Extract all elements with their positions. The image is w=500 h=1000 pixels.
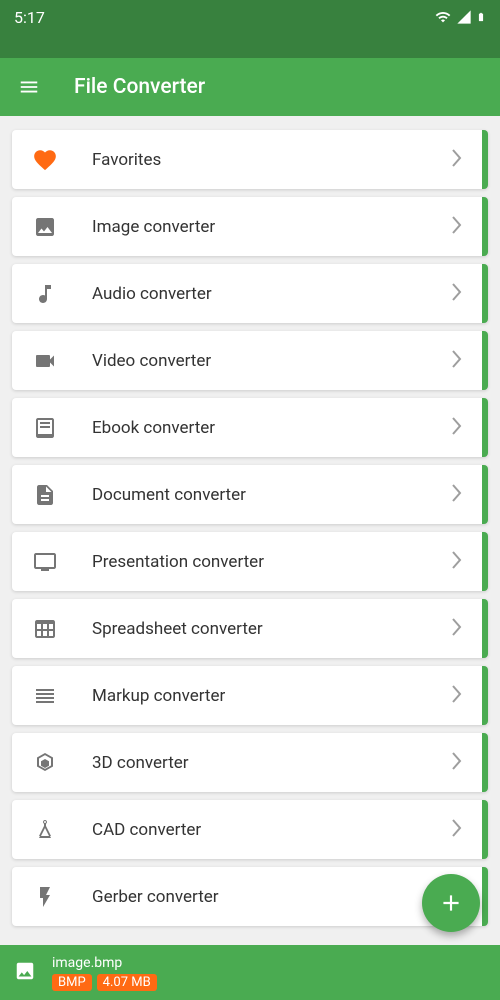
video-icon <box>32 348 58 374</box>
chevron-right-icon <box>452 484 462 506</box>
plus-icon <box>438 890 464 916</box>
status-bar: 5:17 <box>0 0 500 58</box>
format-badge: BMP <box>52 974 92 991</box>
list-item-gerber-converter[interactable]: Gerber converter <box>12 867 488 926</box>
list-label: Spreadsheet converter <box>92 619 452 639</box>
chevron-right-icon <box>452 618 462 640</box>
document-icon <box>32 482 58 508</box>
battery-icon <box>476 8 486 26</box>
list-label: Favorites <box>92 150 452 170</box>
list-item-ebook-converter[interactable]: Ebook converter <box>12 398 488 457</box>
status-icons <box>434 8 486 26</box>
music-note-icon <box>32 281 58 307</box>
converter-list: Favorites Image converter Audio converte… <box>0 116 500 994</box>
cubes-icon <box>32 750 58 776</box>
bottom-info: image.bmp BMP 4.07 MB <box>52 955 157 991</box>
list-item-presentation-converter[interactable]: Presentation converter <box>12 532 488 591</box>
monitor-icon <box>32 549 58 575</box>
list-label: Presentation converter <box>92 552 452 572</box>
compass-icon <box>32 817 58 843</box>
lines-icon <box>32 683 58 709</box>
bottom-badges: BMP 4.07 MB <box>52 974 157 991</box>
app-bar: File Converter <box>0 58 500 116</box>
list-label: 3D converter <box>92 753 452 773</box>
list-item-audio-converter[interactable]: Audio converter <box>12 264 488 323</box>
file-image-icon <box>14 960 40 986</box>
heart-icon <box>32 147 58 173</box>
signal-icon <box>456 9 472 25</box>
chevron-right-icon <box>452 551 462 573</box>
hamburger-icon <box>18 76 40 98</box>
list-label: Video converter <box>92 351 452 371</box>
status-time: 5:17 <box>14 8 45 27</box>
grid-icon <box>32 616 58 642</box>
bolt-icon <box>32 884 58 910</box>
chevron-right-icon <box>452 685 462 707</box>
chevron-right-icon <box>452 819 462 841</box>
chevron-right-icon <box>452 149 462 171</box>
image-icon <box>32 214 58 240</box>
list-item-favorites[interactable]: Favorites <box>12 130 488 189</box>
add-button[interactable] <box>422 874 480 932</box>
wifi-icon <box>434 9 452 25</box>
list-label: Markup converter <box>92 686 452 706</box>
list-label: Audio converter <box>92 284 452 304</box>
list-item-video-converter[interactable]: Video converter <box>12 331 488 390</box>
size-badge: 4.07 MB <box>97 974 157 991</box>
list-item-markup-converter[interactable]: Markup converter <box>12 666 488 725</box>
bottom-filename: image.bmp <box>52 955 157 971</box>
bottom-bar[interactable]: image.bmp BMP 4.07 MB <box>0 945 500 1000</box>
chevron-right-icon <box>452 283 462 305</box>
list-item-3d-converter[interactable]: 3D converter <box>12 733 488 792</box>
chevron-right-icon <box>452 417 462 439</box>
list-label: Image converter <box>92 217 452 237</box>
list-item-image-converter[interactable]: Image converter <box>12 197 488 256</box>
list-item-cad-converter[interactable]: CAD converter <box>12 800 488 859</box>
list-label: Gerber converter <box>92 887 452 907</box>
chevron-right-icon <box>452 350 462 372</box>
menu-button[interactable] <box>18 76 40 98</box>
list-item-spreadsheet-converter[interactable]: Spreadsheet converter <box>12 599 488 658</box>
app-title: File Converter <box>74 75 205 99</box>
chevron-right-icon <box>452 752 462 774</box>
chevron-right-icon <box>452 216 462 238</box>
book-icon <box>32 415 58 441</box>
list-label: Document converter <box>92 485 452 505</box>
list-label: CAD converter <box>92 820 452 840</box>
list-label: Ebook converter <box>92 418 452 438</box>
list-item-document-converter[interactable]: Document converter <box>12 465 488 524</box>
